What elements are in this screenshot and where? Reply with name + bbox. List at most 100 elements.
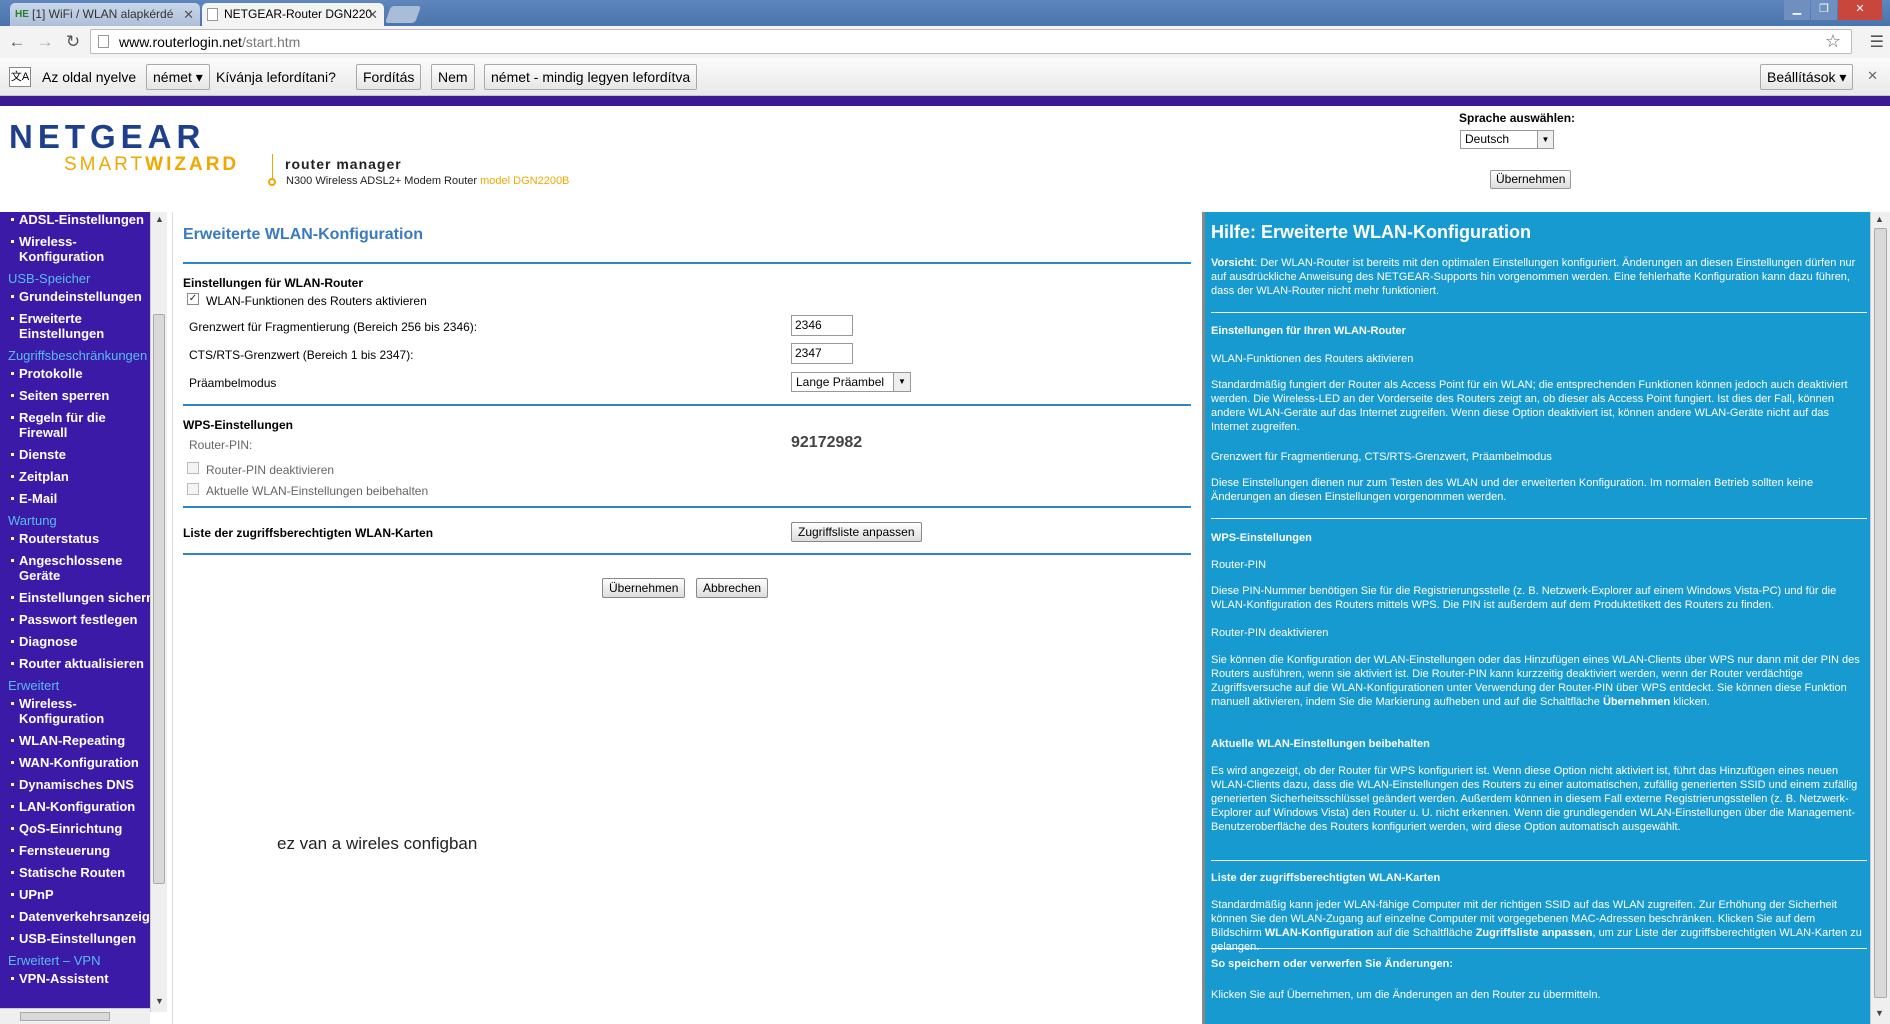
- menu-item[interactable]: Passwort festlegen: [11, 612, 150, 627]
- help-paragraph: Es wird angezeigt, ob der Router für WPS…: [1211, 765, 1858, 833]
- preamble-select[interactable]: Lange Präambel ▼: [791, 372, 911, 392]
- menu-item[interactable]: WAN-Konfiguration: [11, 755, 150, 770]
- browser-toolbar: ← → ↻ www.routerlogin.net/start.htm ☆ ☰: [0, 26, 1890, 58]
- site-favicon-icon: HE: [15, 9, 29, 20]
- help-paragraph: Diese Einstellungen dienen nur zum Teste…: [1211, 477, 1814, 503]
- menu-wrench-icon[interactable]: ☰: [1870, 32, 1884, 52]
- help-paragraph: Standardmäßig kann jeder WLAN-fähige Com…: [1211, 899, 1862, 953]
- help-divider: [1211, 860, 1867, 861]
- scrollbar-thumb[interactable]: [20, 1012, 110, 1021]
- translate-close-icon[interactable]: ✕: [1867, 68, 1878, 84]
- menu-item[interactable]: WLAN-Repeating: [11, 733, 150, 748]
- browser-tab-wifi[interactable]: HE [1] WiFi / WLAN alapkérdé ✕: [10, 3, 200, 26]
- url-text: www.routerlogin.net/start.htm: [119, 34, 301, 50]
- back-arrow-icon[interactable]: ←: [6, 32, 28, 52]
- menu-item[interactable]: Diagnose: [11, 634, 150, 649]
- menu-horizontal-scrollbar[interactable]: [0, 1008, 150, 1024]
- cts-rts-input[interactable]: 2347: [791, 343, 853, 364]
- menu-item[interactable]: Dienste: [11, 447, 150, 462]
- menu-item[interactable]: Statische Routen: [11, 865, 150, 880]
- minimize-button[interactable]: ▁: [1784, 0, 1810, 20]
- menu-item[interactable]: QoS-Einrichtung: [11, 821, 150, 836]
- keep-settings-checkbox[interactable]: [187, 483, 199, 495]
- help-divider: [1211, 948, 1867, 949]
- translate-button[interactable]: Fordítás: [356, 64, 422, 90]
- menu-scrollbar[interactable]: ▲ ▼: [150, 212, 167, 1012]
- tab-close-icon[interactable]: ✕: [367, 3, 378, 26]
- divider: [183, 262, 1191, 264]
- browser-tab-netgear[interactable]: NETGEAR-Router DGN220 ✕: [202, 3, 384, 26]
- page-title: Erweiterte WLAN-Konfiguration: [183, 226, 423, 243]
- menu-item[interactable]: Angeschlossene Geräte: [11, 553, 150, 583]
- menu-item[interactable]: Grundeinstellungen: [11, 289, 150, 304]
- help-scrollbar[interactable]: ▲ ▼: [1870, 212, 1890, 1024]
- window-close-button[interactable]: ✕: [1838, 0, 1882, 20]
- scrollbar-thumb[interactable]: [153, 314, 165, 884]
- menu-item[interactable]: Wireless- Konfiguration: [11, 696, 150, 726]
- no-button[interactable]: Nem: [431, 64, 475, 90]
- fragmentation-label: Grenzwert für Fragmentierung (Bereich 25…: [189, 320, 478, 334]
- bookmark-star-icon[interactable]: ☆: [1825, 31, 1841, 52]
- help-section-router: Einstellungen für Ihren WLAN-Router: [1211, 325, 1406, 337]
- maximize-button[interactable]: ❐: [1811, 0, 1837, 20]
- apply-button[interactable]: Übernehmen: [602, 578, 686, 598]
- menu-section-header: USB-Speicher: [8, 271, 91, 286]
- menu-item[interactable]: Zeitplan: [11, 469, 150, 484]
- netgear-top-bar: [0, 96, 1890, 106]
- chevron-down-icon: ▼: [893, 373, 910, 391]
- menu-item[interactable]: Seiten sperren: [11, 388, 150, 403]
- always-translate-button[interactable]: német - mindig legyen lefordítva: [484, 64, 698, 90]
- cancel-button[interactable]: Abbrechen: [696, 578, 769, 598]
- menu-item[interactable]: Routerstatus: [11, 531, 150, 546]
- reload-icon[interactable]: ↻: [62, 32, 84, 52]
- menu-item[interactable]: USB-Einstellungen: [11, 931, 150, 946]
- menu-item[interactable]: Wireless- Konfiguration: [11, 234, 150, 264]
- section-wps: WPS-Einstellungen: [183, 418, 294, 432]
- scrollbar-thumb[interactable]: [1874, 228, 1887, 998]
- menu-item[interactable]: ADSL-Einstellungen: [11, 212, 150, 227]
- menu-item[interactable]: Dynamisches DNS: [11, 777, 150, 792]
- menu-item[interactable]: LAN-Konfiguration: [11, 799, 150, 814]
- user-annotation: ez van a wireles configban: [277, 834, 478, 853]
- menu-section-header: Erweitert – VPN: [8, 953, 101, 968]
- address-bar[interactable]: www.routerlogin.net/start.htm ☆: [90, 29, 1852, 54]
- language-apply-button[interactable]: Übernehmen: [1490, 170, 1572, 189]
- menu-item[interactable]: Fernsteuerung: [11, 843, 150, 858]
- forward-arrow-icon[interactable]: →: [34, 32, 56, 52]
- access-list-button[interactable]: Zugriffsliste anpassen: [791, 522, 922, 542]
- language-select[interactable]: Deutsch ▼: [1460, 130, 1554, 149]
- scroll-down-icon[interactable]: ▼: [155, 996, 164, 1006]
- help-subsection: Grenzwert für Fragmentierung, CTS/RTS-Gr…: [1211, 451, 1552, 463]
- scroll-down-icon[interactable]: ▼: [1875, 1008, 1884, 1018]
- help-subsection: Router-PIN deaktivieren: [1211, 627, 1329, 639]
- cts-rts-label: CTS/RTS-Grenzwert (Bereich 1 bis 2347):: [189, 348, 414, 362]
- scroll-up-icon[interactable]: ▲: [1875, 214, 1884, 224]
- page-icon: [98, 35, 109, 48]
- menu-item[interactable]: Regeln für die Firewall: [11, 410, 150, 440]
- tab-close-icon[interactable]: ✕: [183, 3, 194, 26]
- help-section-save: So speichern oder verwerfen Sie Änderung…: [1211, 958, 1454, 970]
- source-language-dropdown[interactable]: német ▾: [146, 64, 210, 90]
- chevron-down-icon: ▼: [1537, 131, 1553, 148]
- menu-item[interactable]: Einstellungen sichern: [11, 590, 150, 605]
- help-paragraph: Diese PIN-Nummer benötigen Sie für die R…: [1211, 585, 1837, 611]
- scroll-up-icon[interactable]: ▲: [155, 214, 164, 224]
- menu-section-header: Zugriffsbeschränkungen: [8, 348, 148, 363]
- left-nav-menu: ADSL-Einstellungen Wireless- Konfiguratio…: [0, 212, 150, 1012]
- menu-item[interactable]: VPN-Assistent: [11, 971, 150, 986]
- enable-wlan-checkbox[interactable]: ✓: [187, 293, 199, 305]
- menu-item[interactable]: Erweiterte Einstellungen: [11, 311, 150, 341]
- disable-pin-checkbox[interactable]: [187, 462, 199, 474]
- menu-item[interactable]: Router aktualisieren: [11, 656, 150, 671]
- fragmentation-input[interactable]: 2346: [791, 315, 853, 336]
- menu-item[interactable]: E-Mail: [11, 491, 150, 506]
- translate-settings-button[interactable]: Beállítások ▾: [1760, 64, 1854, 90]
- new-tab-button[interactable]: [384, 6, 422, 23]
- menu-item[interactable]: Datenverkehrsanzeige: [11, 909, 150, 924]
- main-content: Erweiterte WLAN-Konfiguration Einstellun…: [172, 212, 1202, 1024]
- logo-dot-icon: [268, 178, 276, 186]
- help-divider: [1211, 312, 1867, 313]
- menu-item[interactable]: Protokolle: [11, 366, 150, 381]
- menu-item[interactable]: UPnP: [11, 887, 150, 902]
- router-manager-title: router manager: [285, 156, 402, 172]
